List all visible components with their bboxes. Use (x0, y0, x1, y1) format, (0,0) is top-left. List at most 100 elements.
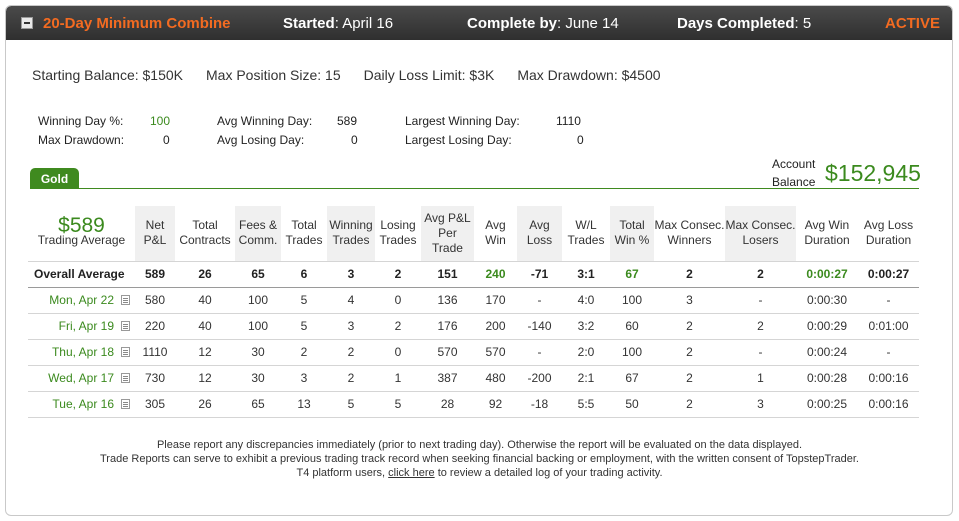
overall-cell: 2 (375, 260, 421, 288)
table-cell: 12 (175, 365, 235, 392)
table-cell: 176 (421, 313, 474, 340)
row-date: Mon, Apr 22 (28, 287, 135, 314)
avg-losing-day-value: 0 (351, 133, 358, 147)
table-cell: 30 (235, 365, 281, 392)
days-completed-info: Days Completed: 5 (677, 15, 812, 32)
table-cell: 136 (421, 287, 474, 314)
table-row: Tue, Apr 16 305 26 65 13 5 5 28 92 -18 5:5 50 2 3 0:00… (28, 391, 919, 418)
table-cell: 0:00:16 (858, 365, 919, 392)
table-cell: 3 (654, 287, 725, 314)
table-cell: 4:0 (562, 287, 610, 314)
largest-losing-day-value: 0 (577, 133, 584, 147)
column-header: Avg Loss (517, 206, 562, 261)
table-cell: 305 (135, 391, 175, 418)
table-row: Thu, Apr 18 1110 12 30 2 2 0 570 570-2:0 100 2-0:0… (28, 339, 919, 366)
max-drawdown-value: 0 (163, 133, 170, 147)
overall-cell: 65 (235, 260, 281, 288)
overall-cell: 2 (654, 260, 725, 288)
report-icon[interactable] (121, 399, 130, 409)
day-link[interactable]: Tue, Apr 16 (52, 397, 114, 411)
table-cell: 0 (375, 287, 421, 314)
day-link[interactable]: Thu, Apr 18 (52, 345, 114, 359)
daily-loss-limit: Daily Loss Limit: $3K (363, 67, 495, 83)
trading-average-summary: $589 Trading Average (37, 214, 126, 248)
table-cell: 0 (375, 339, 421, 366)
table-cell: 387 (421, 365, 474, 392)
trading-table: $589 Trading Average Net P&L Total Contract… (28, 206, 919, 418)
overall-cell: 0:00:27 (858, 260, 919, 288)
report-icon[interactable] (121, 321, 130, 331)
table-cell: - (725, 287, 796, 314)
table-cell: 2 (725, 313, 796, 340)
column-header: Avg Win Duration (804, 218, 850, 248)
disclaimer-line-2: Trade Reports can serve to exhibit a pre… (100, 453, 859, 465)
column-header: Losing Trades (379, 218, 417, 248)
table-cell: 3 (327, 313, 375, 340)
column-header: Avg Win (485, 218, 506, 248)
table-cell: 480 (474, 365, 517, 392)
table-cell: 5:5 (562, 391, 610, 418)
table-cell: 200 (474, 313, 517, 340)
table-cell: 0:00:25 (796, 391, 858, 418)
table-cell: 580 (135, 287, 175, 314)
winning-day-pct-label: Winning Day %: (38, 114, 124, 128)
table-cell: 0:00:29 (796, 313, 858, 340)
overall-average-label: Overall Average (28, 260, 135, 288)
table-cell: 2 (654, 391, 725, 418)
table-cell: 5 (375, 391, 421, 418)
started-info: Started: April 16 (283, 15, 394, 32)
report-icon[interactable] (121, 295, 130, 305)
table-cell: -140 (517, 313, 562, 340)
collapse-toggle-icon[interactable] (21, 17, 33, 29)
table-cell: 220 (135, 313, 175, 340)
overall-cell: 589 (135, 260, 175, 288)
overall-cell: 0:00:27 (796, 260, 858, 288)
table-cell: - (517, 287, 562, 314)
row-date: Wed, Apr 17 (28, 365, 135, 392)
table-cell: 67 (610, 365, 654, 392)
overall-cell: 26 (175, 260, 235, 288)
table-cell: 5 (281, 287, 327, 314)
table-cell: 570 (474, 339, 517, 366)
table-cell: 1 (375, 365, 421, 392)
table-cell: 2:1 (562, 365, 610, 392)
row-date: Fri, Apr 19 (28, 313, 135, 340)
avg-losing-day-label: Avg Losing Day: (217, 133, 305, 147)
table-cell: 4 (327, 287, 375, 314)
disclaimer-line-3: T4 platform users, click here to review … (296, 467, 663, 479)
header-bar: 20-Day Minimum Combine Started: April 16… (6, 6, 952, 40)
largest-winning-day-value: 1110 (556, 114, 581, 128)
overall-cell: 3:1 (562, 260, 610, 288)
day-link[interactable]: Wed, Apr 17 (48, 371, 114, 385)
column-header: W/L Trades (567, 218, 605, 248)
largest-winning-day-label: Largest Winning Day: (405, 114, 520, 128)
table-cell: 5 (281, 313, 327, 340)
table-cell: 60 (610, 313, 654, 340)
overall-average-row: Overall Average 589 26 65 6 3 2 151 240 -71 3:1 67… (28, 260, 919, 288)
report-icon[interactable] (121, 373, 130, 383)
tab-gold[interactable]: Gold (30, 168, 79, 189)
account-balance-label: Account Balance (772, 157, 816, 189)
starting-balance: Starting Balance: $150K (32, 67, 183, 83)
table-cell: 100 (235, 313, 281, 340)
day-link[interactable]: Mon, Apr 22 (49, 293, 114, 307)
table-cell: 2 (281, 339, 327, 366)
table-cell: - (858, 339, 919, 366)
column-header: Avg Loss Duration (863, 218, 914, 248)
column-header: Max Consec. Losers (725, 206, 796, 261)
click-here-link[interactable]: click here (388, 467, 434, 479)
day-link[interactable]: Fri, Apr 19 (59, 319, 114, 333)
table-cell: 0:00:24 (796, 339, 858, 366)
table-cell: 3:2 (562, 313, 610, 340)
overall-cell: 151 (421, 260, 474, 288)
table-cell: -200 (517, 365, 562, 392)
table-cell: 2 (375, 313, 421, 340)
table-cell: 100 (610, 287, 654, 314)
row-date: Thu, Apr 18 (28, 339, 135, 366)
report-icon[interactable] (121, 347, 130, 357)
table-cell: 65 (235, 391, 281, 418)
table-cell: 30 (235, 339, 281, 366)
table-cell: - (517, 339, 562, 366)
column-header: Total Contracts (179, 218, 231, 248)
winning-day-pct-value: 100 (150, 114, 171, 128)
